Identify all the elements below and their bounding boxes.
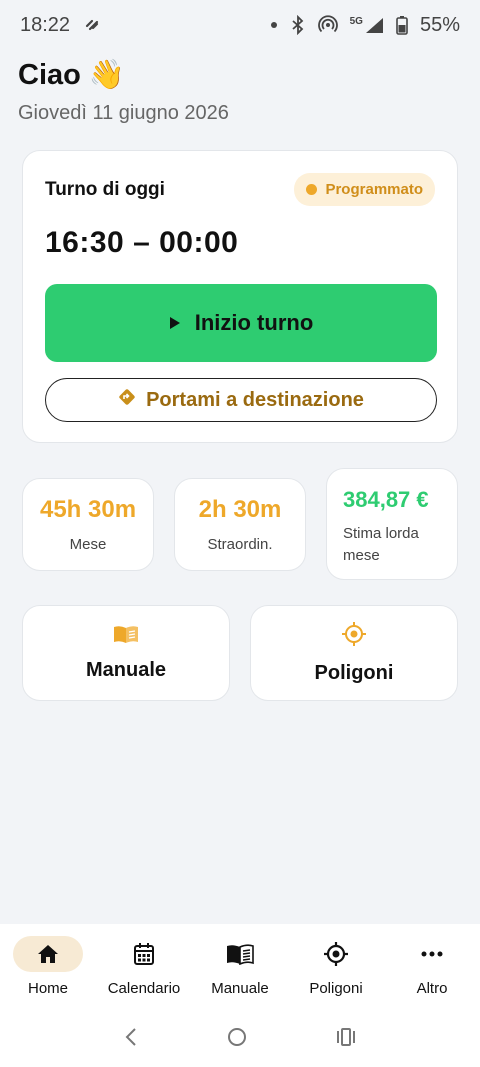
activity-icon xyxy=(84,17,100,33)
nav-label: Manuale xyxy=(211,980,269,997)
directions-icon xyxy=(118,388,136,412)
calendar-icon xyxy=(109,936,179,972)
shift-card: Turno di oggi Programmato 16:30 – 00:00 … xyxy=(22,150,458,443)
status-bar: 18:22 5G 55% xyxy=(0,0,480,50)
greeting-text: Ciao xyxy=(18,58,81,91)
stat-value: 2h 30m xyxy=(198,496,282,523)
start-shift-button[interactable]: Inizio turno xyxy=(45,284,437,362)
bottom-nav: Home Calendario Manuale Poligoni Altro xyxy=(0,924,480,1012)
book-icon xyxy=(113,624,139,649)
signal-icon: 5G xyxy=(350,16,384,34)
nav-label: Calendario xyxy=(107,980,181,997)
current-date: Giovedì 11 giugno 2026 xyxy=(18,102,229,124)
stat-label: Straordin. xyxy=(207,536,273,553)
status-badge: Programmato xyxy=(294,173,435,206)
target-icon xyxy=(341,621,367,652)
nav-item-more[interactable]: Altro xyxy=(384,936,480,997)
navigate-button[interactable]: Portami a destinazione xyxy=(45,378,437,422)
recents-icon[interactable] xyxy=(336,1028,356,1051)
shift-title: Turno di oggi xyxy=(45,178,165,200)
nav-label: Altro xyxy=(416,980,448,997)
nav-label: Home xyxy=(27,980,68,997)
status-badge-label: Programmato xyxy=(325,181,423,198)
greeting: Ciao 👋 Giovedì 11 giugno 2026 xyxy=(18,58,229,125)
system-nav xyxy=(0,1012,480,1067)
polygons-tile-label: Poligoni xyxy=(314,662,394,684)
polygons-tile[interactable]: Poligoni xyxy=(250,605,458,701)
battery-icon xyxy=(396,15,408,35)
status-dot-icon xyxy=(306,184,318,195)
hotspot-icon xyxy=(317,15,338,35)
nav-item-polygons[interactable]: Poligoni xyxy=(288,936,384,997)
stat-earnings: 384,87 € Stima lorda mese xyxy=(326,468,458,580)
stat-value: 384,87 € xyxy=(343,487,429,512)
battery-level: 55% xyxy=(419,13,460,36)
stat-label: Mese xyxy=(69,536,107,553)
nav-item-home[interactable]: Home xyxy=(0,936,96,997)
more-icon xyxy=(397,936,467,972)
nav-item-manual[interactable]: Manuale xyxy=(192,936,288,997)
waving-hand-icon: 👋 xyxy=(88,59,125,91)
nav-label: Poligoni xyxy=(309,980,363,997)
play-icon xyxy=(169,310,181,336)
nav-item-calendar[interactable]: Calendario xyxy=(96,936,192,997)
stat-overtime: 2h 30m Straordin. xyxy=(174,478,306,571)
status-time: 18:22 xyxy=(20,13,71,36)
stat-label: Stima lorda mese xyxy=(343,525,419,564)
navigate-label: Portami a destinazione xyxy=(146,388,364,411)
back-icon[interactable] xyxy=(124,1027,138,1052)
bluetooth-icon xyxy=(290,15,306,35)
manual-tile-label: Manuale xyxy=(85,659,167,681)
target-icon xyxy=(301,936,371,972)
stat-value: 45h 30m xyxy=(39,496,137,523)
shift-time: 16:30 – 00:00 xyxy=(45,226,239,259)
start-shift-label: Inizio turno xyxy=(194,310,314,335)
network-type: 5G xyxy=(349,16,363,27)
home-icon xyxy=(13,936,83,972)
book-icon xyxy=(205,936,275,972)
greeting-title: Ciao 👋 xyxy=(18,58,229,92)
home-circle-icon[interactable] xyxy=(227,1027,247,1052)
stat-month-hours: 45h 30m Mese xyxy=(22,478,154,571)
manual-tile[interactable]: Manuale xyxy=(22,605,230,701)
dot-icon xyxy=(270,21,278,29)
